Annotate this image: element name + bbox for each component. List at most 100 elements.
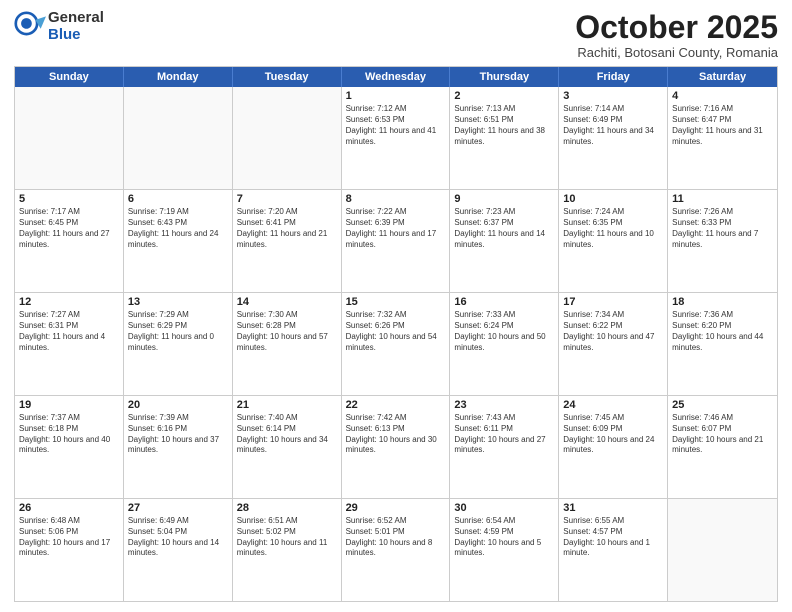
logo: General Blue bbox=[14, 10, 104, 43]
day-number: 25 bbox=[672, 399, 773, 411]
calendar-cell bbox=[233, 87, 342, 189]
day-number: 24 bbox=[563, 399, 663, 411]
cell-info: Sunrise: 7:12 AMSunset: 6:53 PMDaylight:… bbox=[346, 104, 446, 147]
day-number: 6 bbox=[128, 193, 228, 205]
calendar-cell: 24 Sunrise: 7:45 AMSunset: 6:09 PMDayligh… bbox=[559, 396, 668, 498]
cell-info: Sunrise: 7:33 AMSunset: 6:24 PMDaylight:… bbox=[454, 310, 554, 353]
calendar-cell: 25 Sunrise: 7:46 AMSunset: 6:07 PMDayligh… bbox=[668, 396, 777, 498]
cell-info: Sunrise: 7:17 AMSunset: 6:45 PMDaylight:… bbox=[19, 207, 119, 250]
header-day-monday: Monday bbox=[124, 67, 233, 87]
header-day-friday: Friday bbox=[559, 67, 668, 87]
day-number: 23 bbox=[454, 399, 554, 411]
calendar-cell: 30 Sunrise: 6:54 AMSunset: 4:59 PMDayligh… bbox=[450, 499, 559, 601]
day-number: 3 bbox=[563, 90, 663, 102]
day-number: 26 bbox=[19, 502, 119, 514]
day-number: 22 bbox=[346, 399, 446, 411]
calendar-cell bbox=[668, 499, 777, 601]
cell-info: Sunrise: 7:29 AMSunset: 6:29 PMDaylight:… bbox=[128, 310, 228, 353]
cell-info: Sunrise: 7:13 AMSunset: 6:51 PMDaylight:… bbox=[454, 104, 554, 147]
header-day-thursday: Thursday bbox=[450, 67, 559, 87]
calendar-cell: 9Sunrise: 7:23 AMSunset: 6:37 PMDaylight… bbox=[450, 190, 559, 292]
header-day-sunday: Sunday bbox=[15, 67, 124, 87]
cell-info: Sunrise: 7:27 AMSunset: 6:31 PMDaylight:… bbox=[19, 310, 119, 353]
cell-info: Sunrise: 7:30 AMSunset: 6:28 PMDaylight:… bbox=[237, 310, 337, 353]
calendar-row-4: 26 Sunrise: 6:48 AMSunset: 5:06 PMDayligh… bbox=[15, 498, 777, 601]
day-number: 19 bbox=[19, 399, 119, 411]
calendar-cell: 13Sunrise: 7:29 AMSunset: 6:29 PMDayligh… bbox=[124, 293, 233, 395]
calendar-cell: 20 Sunrise: 7:39 AMSunset: 6:16 PMDayligh… bbox=[124, 396, 233, 498]
cell-info: Sunrise: 7:39 AMSunset: 6:16 PMDaylight:… bbox=[128, 413, 228, 456]
calendar-cell: 27Sunrise: 6:49 AMSunset: 5:04 PMDayligh… bbox=[124, 499, 233, 601]
calendar-cell: 26 Sunrise: 6:48 AMSunset: 5:06 PMDayligh… bbox=[15, 499, 124, 601]
day-number: 12 bbox=[19, 296, 119, 308]
day-number: 1 bbox=[346, 90, 446, 102]
cell-info: Sunrise: 7:23 AMSunset: 6:37 PMDaylight:… bbox=[454, 207, 554, 250]
day-number: 15 bbox=[346, 296, 446, 308]
calendar-cell: 8 Sunrise: 7:22 AMSunset: 6:39 PMDaylight… bbox=[342, 190, 451, 292]
calendar-cell: 5 Sunrise: 7:17 AMSunset: 6:45 PMDaylight… bbox=[15, 190, 124, 292]
day-number: 29 bbox=[346, 502, 446, 514]
calendar-cell bbox=[124, 87, 233, 189]
cell-info: Sunrise: 7:45 AMSunset: 6:09 PMDaylight:… bbox=[563, 413, 663, 456]
logo-general-text: General bbox=[48, 10, 104, 27]
day-number: 4 bbox=[672, 90, 773, 102]
calendar-cell: 10 Sunrise: 7:24 AMSunset: 6:35 PMDayligh… bbox=[559, 190, 668, 292]
day-number: 20 bbox=[128, 399, 228, 411]
day-number: 5 bbox=[19, 193, 119, 205]
calendar-cell bbox=[15, 87, 124, 189]
header-day-tuesday: Tuesday bbox=[233, 67, 342, 87]
cell-info: Sunrise: 7:14 AMSunset: 6:49 PMDaylight:… bbox=[563, 104, 663, 147]
day-number: 10 bbox=[563, 193, 663, 205]
calendar-row-1: 5 Sunrise: 7:17 AMSunset: 6:45 PMDaylight… bbox=[15, 189, 777, 292]
cell-info: Sunrise: 7:43 AMSunset: 6:11 PMDaylight:… bbox=[454, 413, 554, 456]
day-number: 28 bbox=[237, 502, 337, 514]
logo-text: General Blue bbox=[48, 10, 104, 43]
calendar-cell: 18Sunrise: 7:36 AMSunset: 6:20 PMDayligh… bbox=[668, 293, 777, 395]
day-number: 31 bbox=[563, 502, 663, 514]
cell-info: Sunrise: 7:37 AMSunset: 6:18 PMDaylight:… bbox=[19, 413, 119, 456]
cell-info: Sunrise: 6:51 AMSunset: 5:02 PMDaylight:… bbox=[237, 516, 337, 559]
calendar-cell: 14Sunrise: 7:30 AMSunset: 6:28 PMDayligh… bbox=[233, 293, 342, 395]
cell-info: Sunrise: 7:20 AMSunset: 6:41 PMDaylight:… bbox=[237, 207, 337, 250]
title-block: October 2025 Rachiti, Botosani County, R… bbox=[575, 10, 778, 60]
calendar-cell: 19 Sunrise: 7:37 AMSunset: 6:18 PMDayligh… bbox=[15, 396, 124, 498]
day-number: 7 bbox=[237, 193, 337, 205]
cell-info: Sunrise: 6:49 AMSunset: 5:04 PMDaylight:… bbox=[128, 516, 228, 559]
cell-info: Sunrise: 6:54 AMSunset: 4:59 PMDaylight:… bbox=[454, 516, 554, 559]
header-day-saturday: Saturday bbox=[668, 67, 777, 87]
cell-info: Sunrise: 7:24 AMSunset: 6:35 PMDaylight:… bbox=[563, 207, 663, 250]
calendar-cell: 2 Sunrise: 7:13 AMSunset: 6:51 PMDaylight… bbox=[450, 87, 559, 189]
header: General Blue October 2025 Rachiti, Botos… bbox=[14, 10, 778, 60]
cell-info: Sunrise: 6:52 AMSunset: 5:01 PMDaylight:… bbox=[346, 516, 446, 559]
calendar-cell: 12 Sunrise: 7:27 AMSunset: 6:31 PMDayligh… bbox=[15, 293, 124, 395]
calendar-row-0: 1 Sunrise: 7:12 AMSunset: 6:53 PMDaylight… bbox=[15, 87, 777, 189]
day-number: 17 bbox=[563, 296, 663, 308]
location: Rachiti, Botosani County, Romania bbox=[575, 45, 778, 60]
logo-icon bbox=[14, 11, 46, 43]
day-number: 8 bbox=[346, 193, 446, 205]
calendar-cell: 4 Sunrise: 7:16 AMSunset: 6:47 PMDaylight… bbox=[668, 87, 777, 189]
calendar-row-3: 19 Sunrise: 7:37 AMSunset: 6:18 PMDayligh… bbox=[15, 395, 777, 498]
cell-info: Sunrise: 6:48 AMSunset: 5:06 PMDaylight:… bbox=[19, 516, 119, 559]
calendar-cell: 7 Sunrise: 7:20 AMSunset: 6:41 PMDaylight… bbox=[233, 190, 342, 292]
calendar-cell: 6Sunrise: 7:19 AMSunset: 6:43 PMDaylight… bbox=[124, 190, 233, 292]
cell-info: Sunrise: 7:26 AMSunset: 6:33 PMDaylight:… bbox=[672, 207, 773, 250]
cell-info: Sunrise: 6:55 AMSunset: 4:57 PMDaylight:… bbox=[563, 516, 663, 559]
calendar-cell: 22 Sunrise: 7:42 AMSunset: 6:13 PMDayligh… bbox=[342, 396, 451, 498]
calendar-cell: 29 Sunrise: 6:52 AMSunset: 5:01 PMDayligh… bbox=[342, 499, 451, 601]
cell-info: Sunrise: 7:22 AMSunset: 6:39 PMDaylight:… bbox=[346, 207, 446, 250]
calendar-cell: 28 Sunrise: 6:51 AMSunset: 5:02 PMDayligh… bbox=[233, 499, 342, 601]
cell-info: Sunrise: 7:46 AMSunset: 6:07 PMDaylight:… bbox=[672, 413, 773, 456]
logo-blue-text: Blue bbox=[48, 27, 104, 44]
day-number: 2 bbox=[454, 90, 554, 102]
calendar-cell: 16 Sunrise: 7:33 AMSunset: 6:24 PMDayligh… bbox=[450, 293, 559, 395]
calendar-cell: 31 Sunrise: 6:55 AMSunset: 4:57 PMDayligh… bbox=[559, 499, 668, 601]
cell-info: Sunrise: 7:16 AMSunset: 6:47 PMDaylight:… bbox=[672, 104, 773, 147]
calendar-cell: 17Sunrise: 7:34 AMSunset: 6:22 PMDayligh… bbox=[559, 293, 668, 395]
day-number: 30 bbox=[454, 502, 554, 514]
cell-info: Sunrise: 7:42 AMSunset: 6:13 PMDaylight:… bbox=[346, 413, 446, 456]
header-day-wednesday: Wednesday bbox=[342, 67, 451, 87]
calendar-cell: 21Sunrise: 7:40 AMSunset: 6:14 PMDayligh… bbox=[233, 396, 342, 498]
day-number: 16 bbox=[454, 296, 554, 308]
page: General Blue October 2025 Rachiti, Botos… bbox=[0, 0, 792, 612]
